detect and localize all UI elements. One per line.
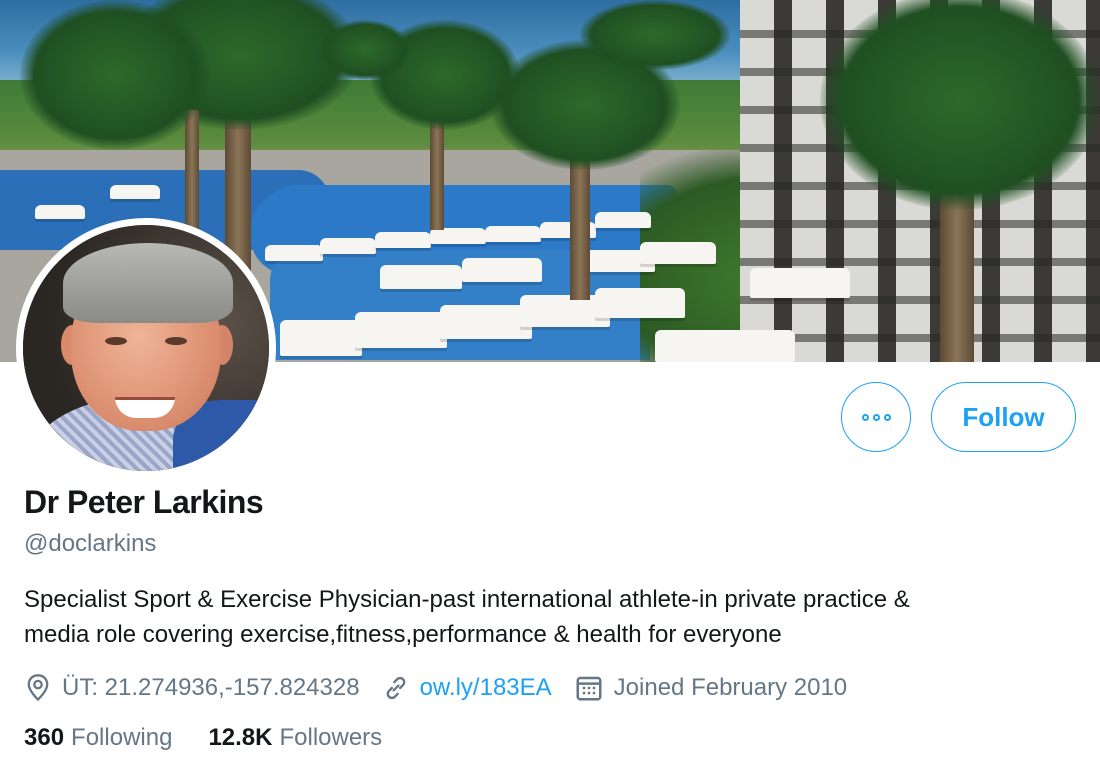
profile-joined-date: Joined February 2010 <box>574 673 847 703</box>
banner-umbrella <box>485 226 541 242</box>
banner-umbrella <box>265 245 323 261</box>
following-label: Following <box>71 724 173 751</box>
banner-umbrella <box>440 305 532 339</box>
profile-stats: 360 Following 12.8K Followers <box>24 724 418 752</box>
banner-umbrella <box>280 320 362 356</box>
location-pin-icon <box>27 674 49 702</box>
profile-meta: ÜT: 21.274936,-157.824328 ow.ly/183EA Jo… <box>24 670 869 706</box>
website-link[interactable]: ow.ly/183EA <box>420 674 552 702</box>
banner-palm-trunk <box>185 110 199 230</box>
more-dots-icon <box>861 413 891 421</box>
banner-umbrella <box>375 232 431 248</box>
profile-bio-line: media role covering exercise,fitness,per… <box>24 621 782 648</box>
banner-palm-fronds <box>580 0 730 70</box>
profile-bio: Specialist Sport & Exercise Physician-pa… <box>24 582 1084 652</box>
profile-location: ÜT: 21.274936,-157.824328 <box>24 673 360 703</box>
followers-label: Followers <box>279 724 383 751</box>
profile-display-name: Dr Peter Larkins <box>24 484 264 520</box>
follow-button-label: Follow <box>962 401 1045 432</box>
avatar-eye <box>105 337 127 345</box>
followers-count: 12.8K <box>208 724 273 751</box>
banner-palm-fronds <box>820 0 1100 210</box>
banner-umbrella <box>462 258 542 282</box>
banner-umbrella <box>655 330 795 362</box>
profile-handle: @doclarkins <box>24 530 157 557</box>
following-link[interactable]: 360 Following <box>24 724 172 752</box>
banner-palm-fronds <box>320 20 410 80</box>
banner-umbrella <box>355 312 447 348</box>
more-options-button[interactable] <box>841 382 911 452</box>
banner-umbrella <box>110 185 160 199</box>
banner-umbrella <box>640 242 716 264</box>
banner-umbrella <box>35 205 85 219</box>
profile-website: ow.ly/183EA <box>382 674 552 702</box>
avatar-photo <box>23 225 269 471</box>
banner-umbrella <box>320 238 376 254</box>
location-text: ÜT: 21.274936,-157.824328 <box>62 674 360 701</box>
profile-avatar[interactable] <box>16 218 276 478</box>
following-count: 360 <box>24 724 65 751</box>
banner-umbrella <box>380 265 462 289</box>
banner-umbrella <box>595 288 685 318</box>
banner-umbrella <box>750 268 850 298</box>
followers-link[interactable]: 12.8K Followers <box>208 724 382 752</box>
joined-text: Joined February 2010 <box>613 674 848 701</box>
calendar-icon <box>576 676 602 701</box>
profile-bio-line: Specialist Sport & Exercise Physician-pa… <box>24 586 910 613</box>
banner-umbrella <box>595 212 651 228</box>
link-icon <box>386 676 405 700</box>
banner-palm-fronds <box>20 0 210 150</box>
follow-button[interactable]: Follow <box>931 382 1076 452</box>
avatar-eye <box>165 337 187 345</box>
avatar-hair <box>63 243 233 323</box>
banner-umbrella <box>430 228 486 244</box>
